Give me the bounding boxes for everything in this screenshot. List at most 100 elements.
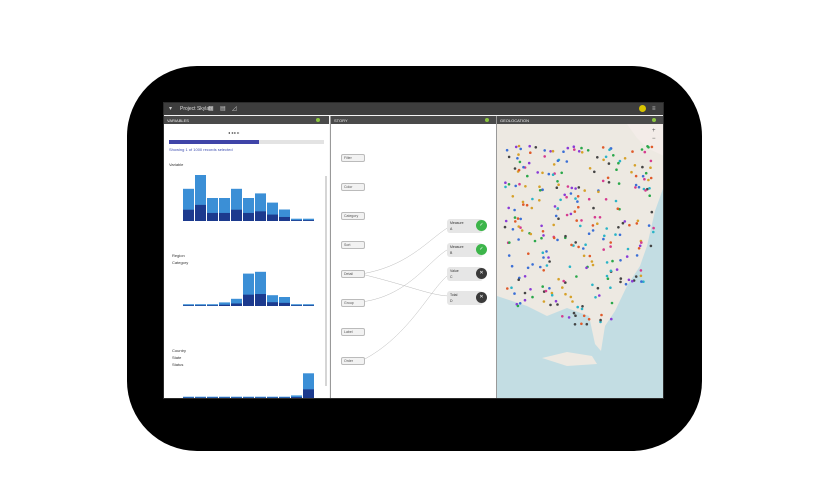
map-marker[interactable] (513, 208, 516, 212)
map-marker[interactable] (519, 147, 522, 151)
map-marker[interactable] (508, 241, 511, 244)
map-marker[interactable] (598, 294, 601, 297)
map-marker[interactable] (516, 304, 520, 308)
map-marker[interactable] (553, 205, 557, 208)
map-marker[interactable] (514, 220, 517, 223)
map-marker[interactable] (596, 156, 599, 159)
map-marker[interactable] (575, 275, 578, 278)
map-marker[interactable] (569, 192, 573, 195)
histogram-bar-selected[interactable] (255, 294, 266, 306)
map-marker[interactable] (587, 197, 591, 201)
map-marker[interactable] (529, 151, 532, 154)
map-marker[interactable] (650, 210, 654, 214)
map-marker[interactable] (640, 241, 643, 244)
map-marker[interactable] (600, 313, 603, 317)
map-marker[interactable] (634, 186, 637, 189)
map-marker[interactable] (577, 186, 581, 189)
histogram-bar-selected[interactable] (279, 216, 290, 221)
map-marker[interactable] (523, 291, 527, 295)
map-marker[interactable] (551, 173, 555, 176)
map-marker[interactable] (625, 255, 629, 258)
check-icon[interactable]: ✓ (476, 244, 487, 255)
map-marker[interactable] (513, 167, 517, 170)
map-marker[interactable] (507, 155, 511, 159)
map-marker[interactable] (618, 233, 622, 237)
map-marker[interactable] (636, 219, 640, 223)
map-marker[interactable] (547, 172, 551, 176)
map-marker[interactable] (548, 287, 551, 290)
map-marker[interactable] (587, 317, 591, 321)
map-marker[interactable] (543, 149, 546, 152)
map-marker[interactable] (506, 287, 509, 290)
map-marker[interactable] (619, 280, 622, 284)
map-marker[interactable] (564, 234, 567, 238)
map-marker[interactable] (609, 269, 613, 273)
map-marker[interactable] (522, 165, 525, 169)
map-marker[interactable] (556, 159, 560, 162)
map-marker[interactable] (615, 168, 618, 171)
story-item[interactable]: Group (341, 299, 365, 307)
map-marker[interactable] (583, 189, 586, 192)
map-panel[interactable]: GEOLOCATION + − (496, 116, 664, 398)
map-marker[interactable] (565, 213, 569, 217)
map-marker[interactable] (594, 296, 597, 299)
map-marker[interactable] (609, 245, 612, 248)
map-marker[interactable] (618, 159, 622, 163)
map-marker[interactable] (576, 305, 579, 309)
map-marker[interactable] (615, 268, 619, 271)
map-marker[interactable] (541, 285, 544, 288)
histogram-bar-selected[interactable] (303, 220, 314, 221)
map-marker[interactable] (574, 314, 577, 317)
map-marker[interactable] (542, 256, 545, 259)
map-marker[interactable] (524, 185, 527, 188)
histogram-bar-selected[interactable] (303, 305, 314, 306)
map-marker[interactable] (647, 178, 650, 182)
map-marker[interactable] (646, 145, 649, 148)
map-marker[interactable] (516, 157, 519, 160)
map-marker[interactable] (602, 158, 605, 162)
map-marker[interactable] (576, 200, 579, 203)
story-item[interactable]: Sort (341, 241, 365, 249)
map-marker[interactable] (562, 150, 565, 153)
map-marker[interactable] (572, 311, 576, 315)
map-marker[interactable] (557, 217, 560, 220)
map-marker[interactable] (608, 148, 611, 152)
story-item[interactable]: Label (341, 328, 365, 336)
map-marker[interactable] (611, 259, 614, 263)
histogram-bar-selected[interactable] (219, 212, 230, 221)
map-marker[interactable] (552, 223, 555, 227)
zoom-in-button[interactable]: + (652, 128, 656, 134)
histogram-bar-selected[interactable] (243, 294, 254, 306)
histogram-bar-selected[interactable] (219, 304, 230, 306)
map-marker[interactable] (565, 195, 568, 199)
map-marker[interactable] (610, 317, 613, 321)
map-marker[interactable] (550, 293, 554, 297)
map-marker[interactable] (513, 216, 517, 219)
map-marker[interactable] (591, 263, 595, 267)
map-marker[interactable] (541, 251, 545, 254)
map-marker[interactable] (507, 206, 510, 210)
map-marker[interactable] (517, 225, 520, 228)
map-marker[interactable] (514, 184, 517, 188)
story-item[interactable]: Filter (341, 154, 365, 162)
map-canvas[interactable] (497, 116, 664, 398)
close-icon[interactable]: ✕ (476, 268, 487, 279)
map-marker[interactable] (520, 229, 524, 232)
map-marker[interactable] (566, 146, 570, 150)
map-marker[interactable] (504, 185, 507, 189)
map-marker[interactable] (616, 207, 620, 210)
histogram-bar-selected[interactable] (279, 302, 290, 306)
map-marker[interactable] (534, 146, 538, 149)
map-marker[interactable] (588, 167, 592, 170)
map-marker[interactable] (592, 206, 595, 210)
map-marker[interactable] (529, 232, 533, 236)
map-marker[interactable] (649, 159, 653, 163)
map-marker[interactable] (637, 185, 641, 189)
map-marker[interactable] (556, 303, 559, 306)
map-marker[interactable] (631, 279, 634, 283)
map-marker[interactable] (556, 238, 559, 242)
hamburger-icon[interactable]: ≡ (652, 106, 656, 112)
map-marker[interactable] (556, 207, 560, 210)
map-marker[interactable] (539, 265, 542, 269)
map-marker[interactable] (605, 261, 609, 264)
